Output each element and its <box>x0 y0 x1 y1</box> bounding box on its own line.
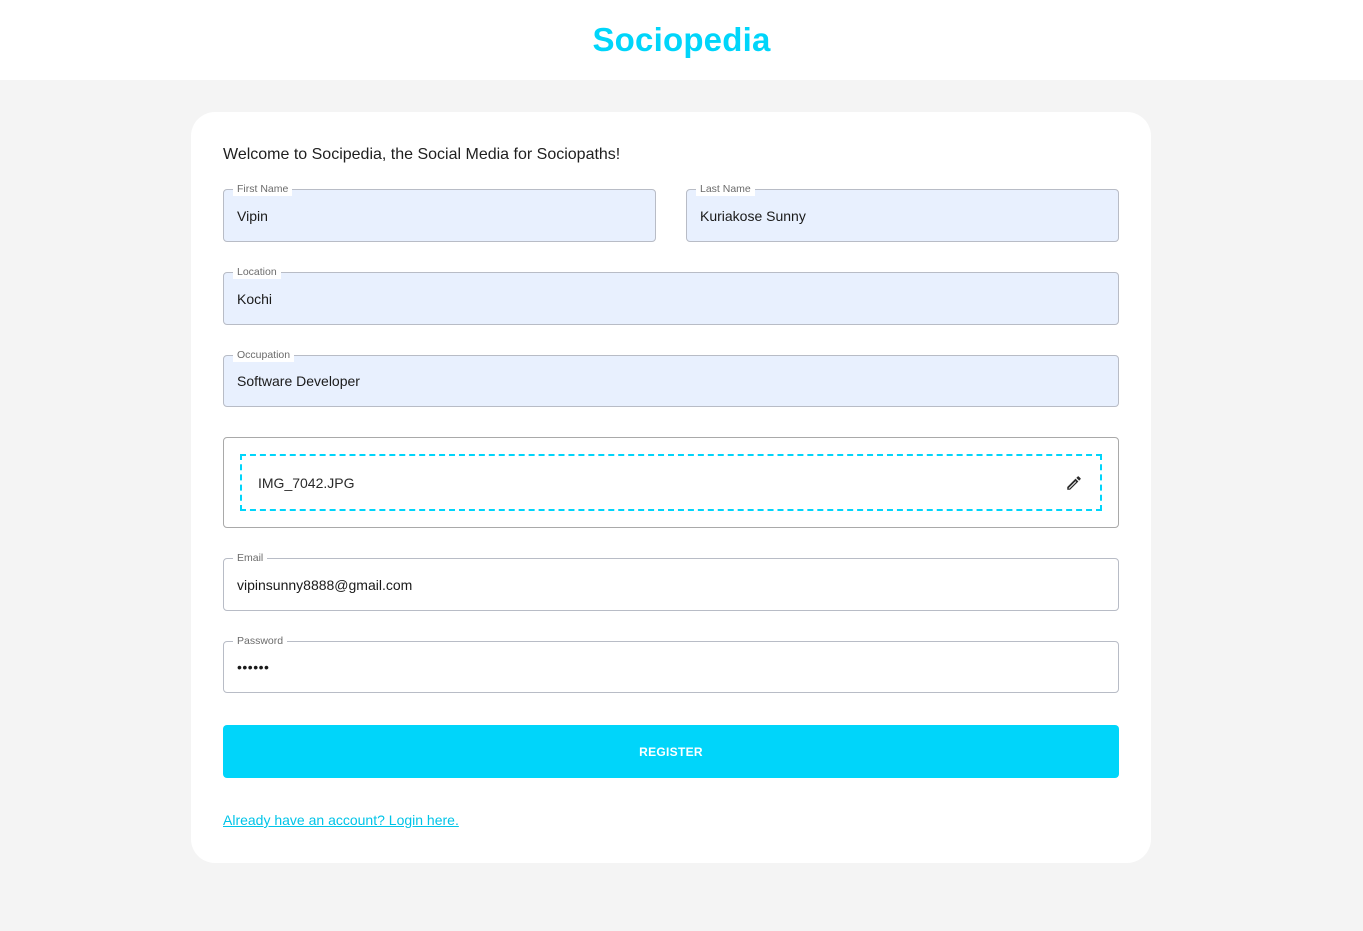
top-bar: Sociopedia <box>0 0 1363 80</box>
occupation-value[interactable]: Software Developer <box>237 356 360 406</box>
password-value[interactable]: •••••• <box>237 642 269 692</box>
register-card: Welcome to Socipedia, the Social Media f… <box>191 112 1151 863</box>
email-value[interactable]: vipinsunny8888@gmail.com <box>237 559 412 610</box>
brand-logo[interactable]: Sociopedia <box>592 21 770 59</box>
first-name-field[interactable]: First Name Vipin <box>223 182 656 242</box>
password-field[interactable]: Password •••••• <box>223 634 1119 693</box>
location-value[interactable]: Kochi <box>237 273 272 324</box>
register-button[interactable]: REGISTER <box>223 725 1119 778</box>
picture-dropzone[interactable]: IMG_7042.JPG <box>240 454 1102 511</box>
login-link[interactable]: Already have an account? Login here. <box>223 812 459 828</box>
welcome-heading: Welcome to Socipedia, the Social Media f… <box>223 146 621 163</box>
picture-file-name: IMG_7042.JPG <box>258 474 355 491</box>
location-field[interactable]: Location Kochi <box>223 265 1119 325</box>
first-name-value[interactable]: Vipin <box>237 190 268 241</box>
occupation-field[interactable]: Occupation Software Developer <box>223 348 1119 407</box>
picture-upload-box: IMG_7042.JPG <box>223 437 1119 528</box>
edit-pencil-icon[interactable] <box>1064 473 1084 493</box>
email-field[interactable]: Email vipinsunny8888@gmail.com <box>223 551 1119 611</box>
last-name-value[interactable]: Kuriakose Sunny <box>700 190 806 241</box>
last-name-field[interactable]: Last Name Kuriakose Sunny <box>686 182 1119 242</box>
